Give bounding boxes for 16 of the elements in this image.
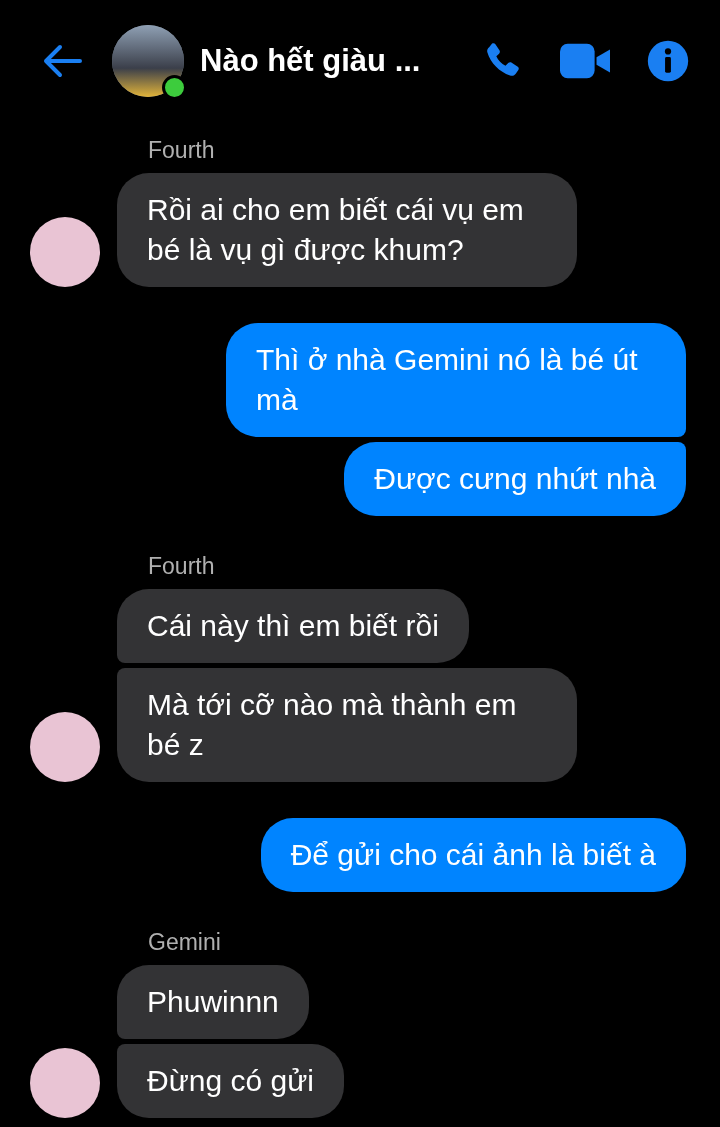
chat-title[interactable]: Nào hết giàu ... (200, 43, 444, 79)
sender-name: Fourth (148, 552, 215, 580)
message-bubble: Được cưng nhứt nhà (344, 442, 686, 516)
sender-name: Gemini (148, 928, 221, 956)
back-icon[interactable] (42, 44, 82, 78)
message-bubble: Rồi ai cho em biết cái vụ em bé là vụ gì được khum? (117, 173, 577, 287)
group-avatar[interactable] (112, 25, 184, 97)
sender-name: Fourth (148, 136, 215, 164)
message-bubble: Mà tới cỡ nào mà thành em bé z (117, 668, 577, 782)
message-bubble: Cái này thì em biết rồi (117, 589, 469, 663)
message-bubble: Đừng có gửi (117, 1044, 344, 1118)
video-camera-icon[interactable] (560, 41, 610, 81)
message-bubble: Phuwinnn (117, 965, 309, 1039)
message-bubble: Để gửi cho cái ảnh là biết à (260, 818, 686, 892)
message-bubble: Thì ở nhà Gemini nó là bé út mà (226, 323, 686, 437)
info-icon[interactable] (646, 39, 690, 83)
